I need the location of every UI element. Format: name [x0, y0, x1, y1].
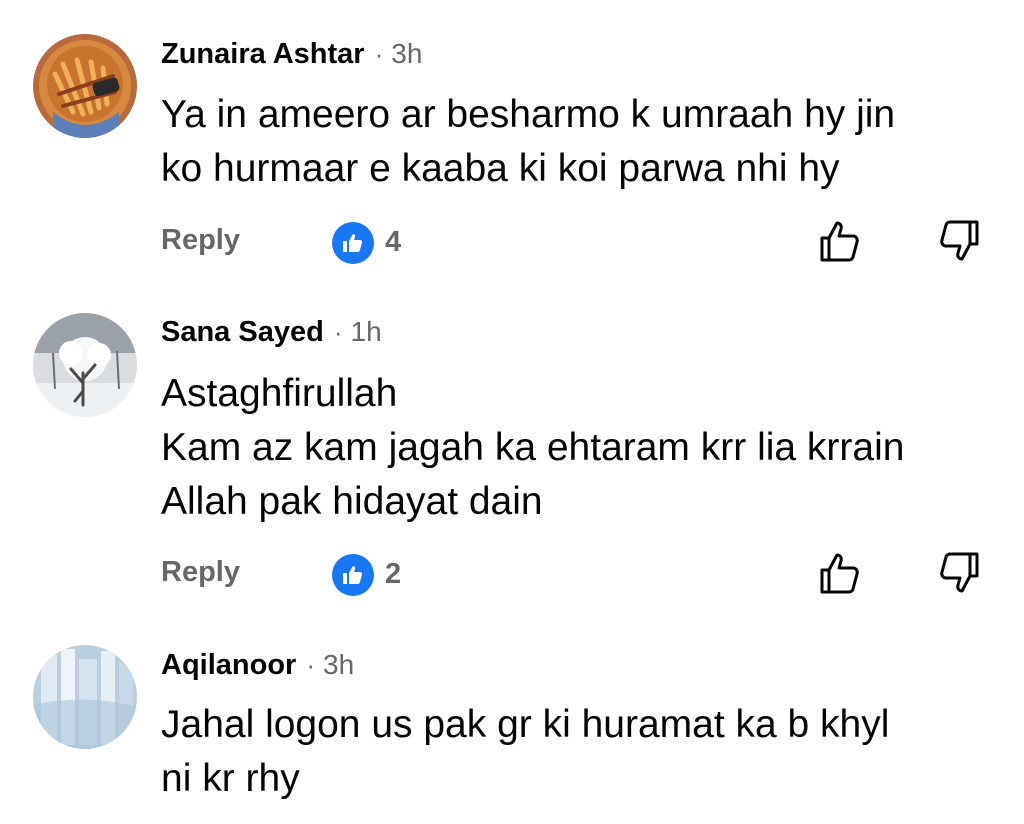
thumbs-up-icon[interactable]: [818, 218, 862, 264]
author-name[interactable]: Sana Sayed: [161, 316, 324, 349]
comment-actions: Reply 2: [0, 550, 1024, 600]
thumbs-down-icon[interactable]: [937, 218, 981, 264]
separator-dot: ·: [374, 38, 384, 69]
timestamp[interactable]: 3h: [323, 649, 354, 681]
like-reaction-icon[interactable]: [332, 222, 374, 264]
avatar[interactable]: [33, 313, 137, 417]
comment-line: ni kr rhy: [161, 757, 300, 800]
comment-line: Kam az kam jagah ka ehtaram krr lia krra…: [161, 426, 905, 469]
reply-button[interactable]: Reply: [161, 224, 240, 257]
comment-line: Allah pak hidayat dain: [161, 480, 543, 523]
comment-text: Jahal logon us pak gr ki huramat ka b kh…: [161, 698, 889, 806]
avatar[interactable]: [33, 34, 137, 138]
timestamp[interactable]: 1h: [351, 316, 382, 348]
reply-button[interactable]: Reply: [161, 556, 240, 589]
separator-dot: ·: [306, 649, 316, 680]
comment-line: ko hurmaar e kaaba ki koi parwa nhi hy: [161, 147, 840, 190]
like-reaction-icon[interactable]: [332, 554, 374, 596]
thumbs-down-icon[interactable]: [937, 550, 981, 596]
reaction-count[interactable]: 4: [385, 226, 401, 259]
avatar[interactable]: [33, 645, 137, 749]
timestamp[interactable]: 3h: [391, 38, 422, 70]
comment-header: Aqilanoor · 3h: [161, 645, 354, 685]
comment-text: Ya in ameero ar besharmo k umraah hy jin…: [161, 88, 895, 196]
comment-line: Ya in ameero ar besharmo k umraah hy jin: [161, 93, 896, 136]
author-name[interactable]: Zunaira Ashtar: [161, 38, 365, 71]
reaction-count[interactable]: 2: [385, 558, 401, 591]
comment-line: Jahal logon us pak gr ki huramat ka b kh…: [161, 703, 890, 746]
thumbs-up-icon[interactable]: [818, 550, 862, 596]
comment-line: Astaghfirullah: [161, 372, 398, 415]
comment-header: Zunaira Ashtar · 3h: [161, 34, 422, 74]
separator-dot: ·: [333, 316, 343, 347]
comment-actions: Reply 4: [0, 218, 1024, 268]
author-name[interactable]: Aqilanoor: [161, 649, 296, 682]
comment-text: Astaghfirullah Kam az kam jagah ka ehtar…: [161, 367, 904, 529]
comment-header: Sana Sayed · 1h: [161, 312, 382, 352]
